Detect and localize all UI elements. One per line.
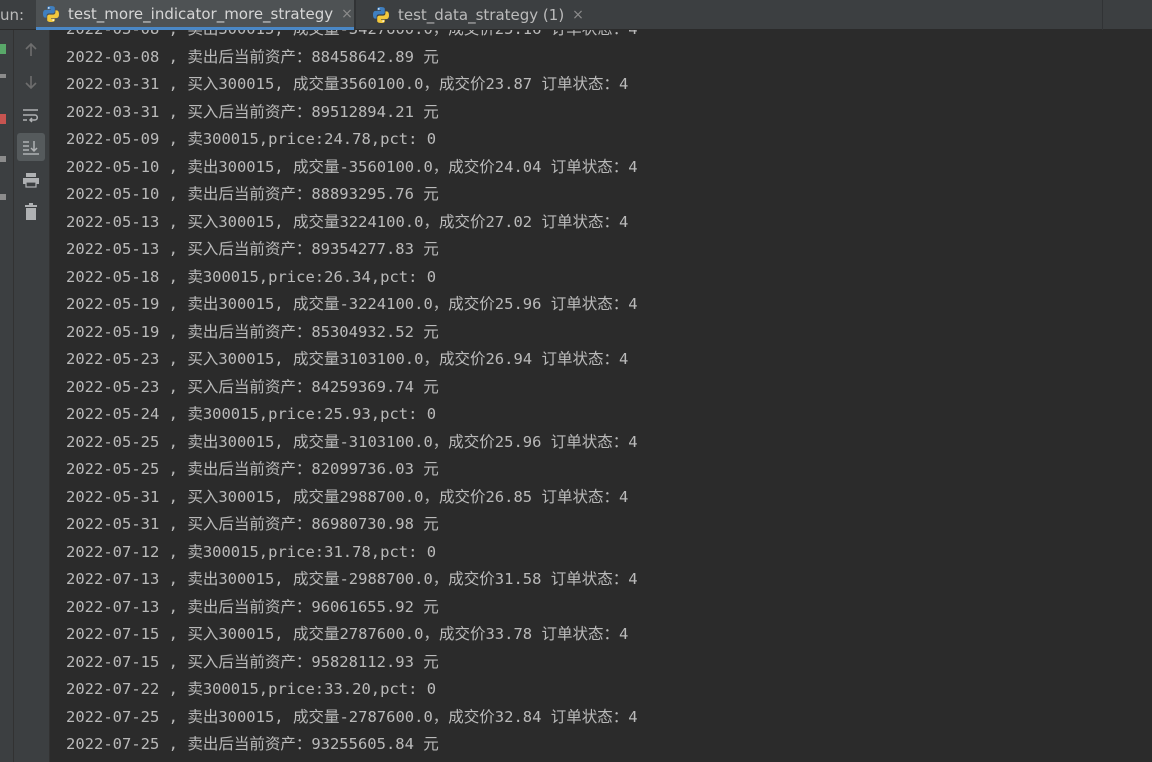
console-line: 2022-05-19 , 卖出300015, 成交量-3224100.0，成交价…: [66, 295, 638, 313]
console-line: 2022-05-25 , 卖出300015, 成交量-3103100.0，成交价…: [66, 432, 638, 451]
console-line: 2022-07-15 , 买入300015, 成交量2787600.0，成交价3…: [66, 625, 629, 643]
python-icon: [373, 7, 389, 23]
python-icon: [43, 5, 59, 22]
tab-label: test_data_strategy (1): [398, 6, 565, 24]
console-line: 2022-05-09 , 卖300015,price:24.78,pct: 0: [66, 130, 437, 148]
console-line: 2022-07-25 , 卖出300015, 成交量-2787600.0，成交价…: [66, 707, 638, 726]
console-line: 2022-05-23 , 买入后当前资产：84259369.74 元: [66, 377, 439, 396]
stop-icon[interactable]: [0, 114, 6, 124]
console-line: 2022-07-13 , 卖出300015, 成交量-2988700.0，成交价…: [66, 570, 638, 588]
console-output[interactable]: 2022-03-08 , 卖出300015, 成交量-3427600.0，成交价…: [50, 30, 1152, 762]
run-label: un:: [0, 6, 25, 24]
up-arrow-icon[interactable]: [17, 36, 45, 64]
console-toolbar: [14, 30, 50, 762]
layout-icon[interactable]: [0, 156, 6, 162]
edit-config-icon[interactable]: [0, 74, 6, 78]
console-line: 2022-05-23 , 买入300015, 成交量3103100.0，成交价2…: [66, 350, 629, 368]
close-icon[interactable]: ×: [572, 7, 584, 23]
console-line: 2022-03-08 , 卖出300015, 成交量-3427600.0，成交价…: [66, 30, 638, 44]
console-line: 2022-05-18 , 卖300015,price:26.34,pct: 0: [66, 267, 437, 286]
console-lines: 2022-03-08 , 卖出300015, 成交量-3427600.0，成交价…: [66, 30, 638, 759]
settings-icon[interactable]: [0, 194, 6, 200]
close-icon[interactable]: ×: [341, 6, 353, 22]
console-line: 2022-07-15 , 买入后当前资产：95828112.93 元: [66, 652, 439, 671]
tab-divider: [354, 0, 356, 30]
console-line: 2022-05-10 , 卖出后当前资产：88893295.76 元: [66, 185, 439, 203]
tab-divider: [1102, 0, 1103, 30]
print-icon[interactable]: [17, 166, 45, 194]
rerun-icon[interactable]: [0, 44, 6, 54]
left-gutter: [0, 30, 14, 762]
console-line: 2022-07-25 , 卖出后当前资产：93255605.84 元: [66, 735, 439, 753]
tab-label: test_more_indicator_more_strategy: [68, 4, 334, 23]
console-line: 2022-03-31 , 买入300015, 成交量3560100.0，成交价2…: [66, 75, 629, 93]
scroll-to-end-icon[interactable]: [17, 133, 45, 161]
console-line: 2022-05-31 , 买入后当前资产：86980730.98 元: [66, 515, 439, 533]
soft-wrap-icon[interactable]: [17, 101, 45, 129]
down-arrow-icon[interactable]: [17, 68, 45, 96]
console-line: 2022-05-10 , 卖出300015, 成交量-3560100.0，成交价…: [66, 157, 638, 176]
console-line: 2022-05-31 , 买入300015, 成交量2988700.0，成交价2…: [66, 487, 629, 506]
tab-test-data-strategy[interactable]: test_data_strategy (1) ×: [366, 0, 586, 30]
console-line: 2022-07-13 , 卖出后当前资产：96061655.92 元: [66, 597, 439, 616]
console-line: 2022-03-31 , 买入后当前资产：89512894.21 元: [66, 102, 439, 121]
tab-bar: un: test_more_indicator_more_strategy × …: [0, 0, 1152, 30]
console-line: 2022-05-24 , 卖300015,price:25.93,pct: 0: [66, 405, 437, 423]
console-line: 2022-07-22 , 卖300015,price:33.20,pct: 0: [66, 680, 437, 698]
console-line: 2022-05-25 , 卖出后当前资产：82099736.03 元: [66, 460, 439, 478]
console-line: 2022-05-19 , 卖出后当前资产：85304932.52 元: [66, 322, 439, 341]
console-line: 2022-05-13 , 买入后当前资产：89354277.83 元: [66, 240, 439, 258]
console-line: 2022-03-08 , 卖出后当前资产：88458642.89 元: [66, 47, 439, 66]
console-line: 2022-05-13 , 买入300015, 成交量3224100.0，成交价2…: [66, 212, 629, 231]
trash-icon[interactable]: [17, 198, 45, 226]
tab-test-more-indicator-more-strategy[interactable]: test_more_indicator_more_strategy ×: [36, 0, 354, 30]
console-line: 2022-07-12 , 卖300015,price:31.78,pct: 0: [66, 542, 437, 561]
